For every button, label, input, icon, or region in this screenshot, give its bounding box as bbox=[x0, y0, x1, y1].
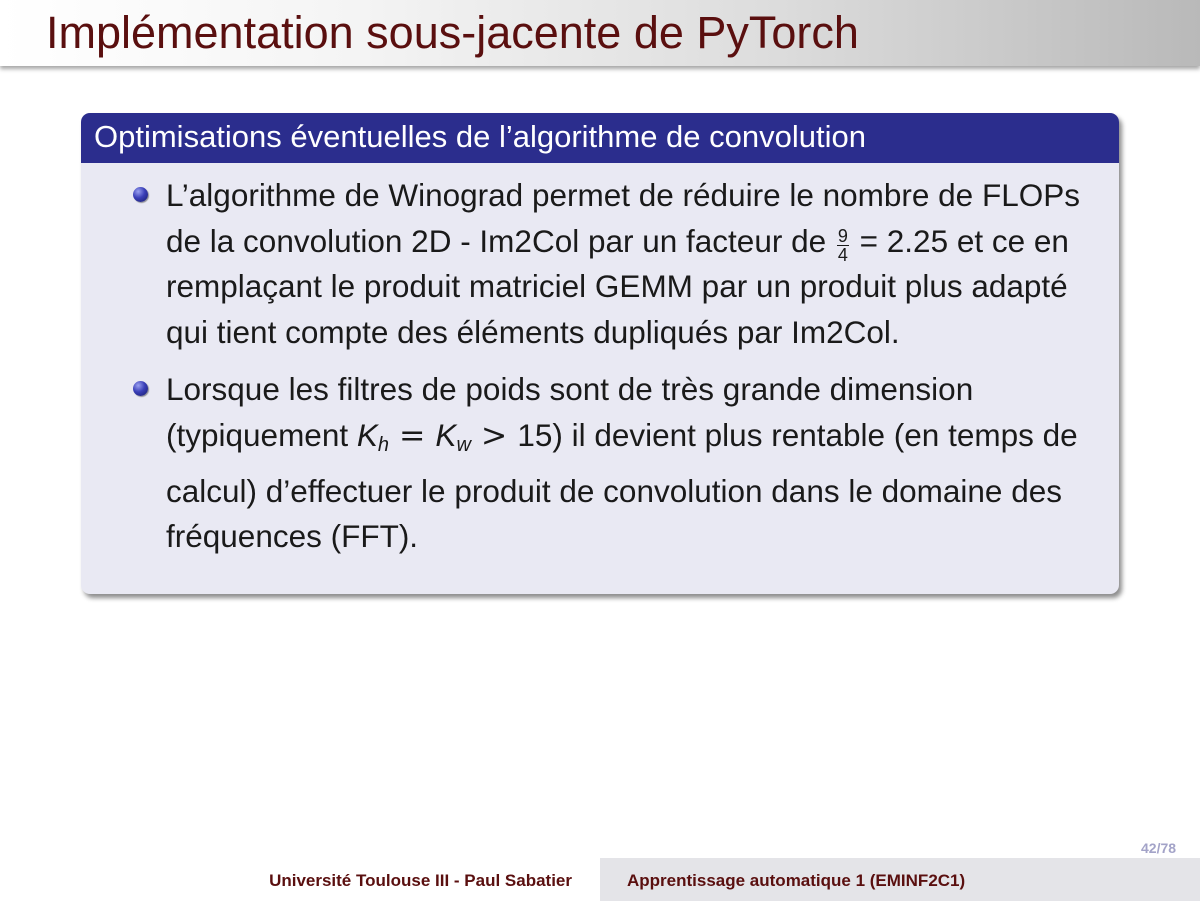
content-block: Optimisations éventuelles de l’algorithm… bbox=[81, 113, 1119, 594]
math-var-k: K bbox=[435, 416, 457, 453]
math-equals: = bbox=[389, 417, 436, 454]
list-item: L’algorithme de Winograd permet de rédui… bbox=[81, 173, 1119, 355]
fraction: 94 bbox=[836, 225, 849, 265]
footer: Université Toulouse III - Paul Sabatier … bbox=[0, 858, 1200, 901]
bullet-icon bbox=[133, 381, 148, 397]
fraction-denominator: 4 bbox=[837, 244, 848, 265]
footer-right: Apprentissage automatique 1 (EMINF2C1) bbox=[600, 858, 1200, 901]
footer-left: Université Toulouse III - Paul Sabatier bbox=[0, 858, 600, 901]
title-bar: Implémentation sous-jacente de PyTorch bbox=[0, 0, 1200, 66]
math-greater: > bbox=[470, 417, 518, 454]
math-sub-h: h bbox=[377, 433, 389, 456]
list-item: Lorsque les filtres de poids sont de trè… bbox=[81, 367, 1119, 559]
block-body: L’algorithme de Winograd permet de rédui… bbox=[81, 163, 1119, 560]
footer-course: Apprentissage automatique 1 (EMINF2C1) bbox=[627, 871, 966, 890]
slide-title: Implémentation sous-jacente de PyTorch bbox=[46, 7, 859, 58]
footer-institution: Université Toulouse III - Paul Sabatier bbox=[269, 871, 572, 890]
bullet-icon bbox=[133, 187, 148, 202]
block-title: Optimisations éventuelles de l’algorithm… bbox=[81, 113, 1119, 163]
page-number: 42/78 bbox=[1141, 840, 1177, 856]
fraction-numerator: 9 bbox=[836, 225, 849, 246]
math-sub-w: w bbox=[456, 433, 471, 456]
math-var-k: K bbox=[356, 416, 378, 453]
